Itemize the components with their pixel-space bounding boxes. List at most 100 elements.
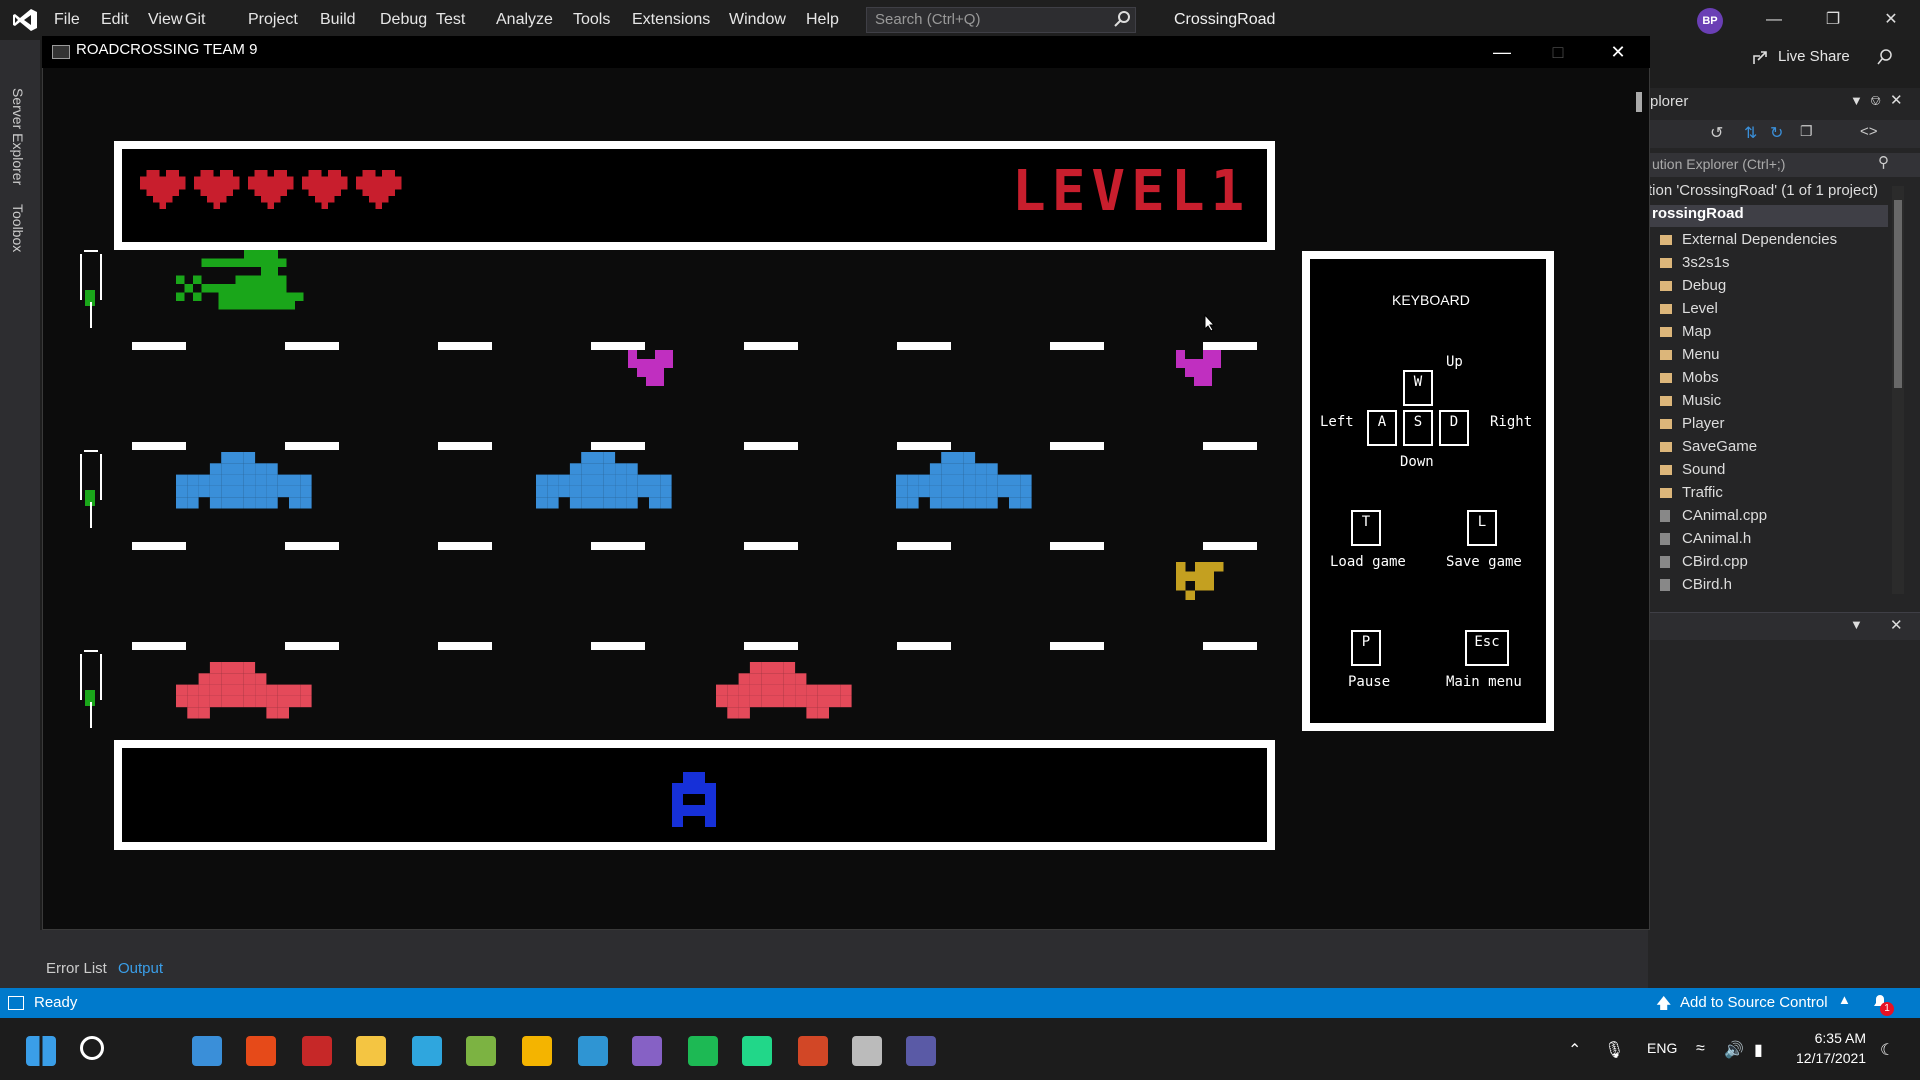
file-explorer-icon[interactable] [356, 1036, 386, 1066]
blue-car-sprite [536, 452, 672, 509]
task-view-icon[interactable] [136, 1036, 166, 1066]
add-to-source-control[interactable]: Add to Source Control [1680, 994, 1828, 1011]
blue-car-sprite [896, 452, 1032, 509]
refresh-icon[interactable]: ↻ [1770, 123, 1783, 143]
solution-item[interactable]: Player [1660, 412, 1725, 435]
spotify-icon[interactable] [688, 1036, 718, 1066]
console-maximize-button[interactable]: □ [1530, 36, 1586, 68]
battery-icon[interactable]: ▮ [1754, 1040, 1763, 1060]
solution-item[interactable]: Traffic [1660, 481, 1723, 504]
wifi-icon[interactable]: ≈ [1696, 1040, 1705, 1058]
output-panel [40, 930, 1648, 988]
sync-icon[interactable]: ⇅ [1744, 123, 1757, 143]
menu-debug[interactable]: Debug [380, 0, 427, 40]
panel-close-icon[interactable]: ✕ [1890, 616, 1903, 634]
minimize-button[interactable]: — [1751, 0, 1797, 40]
solution-item[interactable]: 3s2s1s [1660, 251, 1730, 274]
menu-analyze[interactable]: Analyze [496, 0, 553, 40]
menu-file[interactable]: File [54, 0, 80, 40]
edge-icon[interactable] [412, 1036, 442, 1066]
menu-window[interactable]: Window [729, 0, 786, 40]
error-list-tab[interactable]: Error List [46, 960, 107, 977]
history-icon[interactable]: ↺ [1710, 123, 1723, 143]
search-icon[interactable] [1112, 9, 1132, 29]
lane-marking [1050, 442, 1104, 450]
solution-item[interactable]: Menu [1660, 343, 1720, 366]
powerpoint-icon[interactable] [798, 1036, 828, 1066]
moon-icon[interactable]: ☾ [1880, 1040, 1894, 1060]
console-title: ROADCROSSING TEAM 9 [76, 41, 258, 58]
menu-test[interactable]: Test [436, 0, 465, 40]
visual-studio-icon[interactable] [632, 1036, 662, 1066]
code-icon[interactable]: <> [1860, 123, 1878, 140]
bird-sprite [1176, 350, 1221, 386]
collapse-icon[interactable]: ❐ [1800, 123, 1813, 140]
solution-item[interactable]: External Dependencies [1660, 228, 1837, 251]
search-input[interactable]: Search (Ctrl+Q) [866, 7, 1136, 33]
console-close-button[interactable]: ✕ [1590, 36, 1646, 68]
menu-extensions[interactable]: Extensions [632, 0, 710, 40]
panel-menu-icon[interactable]: ▼ [1850, 93, 1863, 108]
console-title-bar [42, 36, 1650, 68]
pin-icon[interactable]: ⎊ [1870, 92, 1881, 109]
clock-time[interactable]: 6:35 AM [1796, 1030, 1866, 1046]
server-explorer-tab[interactable]: Server Explorer [10, 88, 26, 185]
live-share-button[interactable]: Live Share [1778, 48, 1850, 65]
microphone-icon[interactable]: 🎙 [1604, 1040, 1624, 1060]
panel-close-icon[interactable]: ✕ [1890, 91, 1903, 109]
solution-item[interactable]: Debug [1660, 274, 1726, 297]
menu-view[interactable]: View [148, 0, 182, 40]
chevron-up-icon[interactable]: ⌃ [1568, 1040, 1581, 1060]
pycharm-icon[interactable] [742, 1036, 772, 1066]
close-button[interactable]: ✕ [1868, 0, 1914, 40]
lane-marking [1203, 542, 1257, 550]
chrome-icon[interactable] [522, 1036, 552, 1066]
office-icon[interactable] [246, 1036, 276, 1066]
solution-root[interactable]: tion 'CrossingRoad' (1 of 1 project) [1648, 182, 1878, 199]
menu-git[interactable]: Git [185, 0, 205, 40]
toolbox-tab[interactable]: Toolbox [10, 204, 26, 252]
menu-edit[interactable]: Edit [101, 0, 129, 40]
solution-item[interactable]: CAnimal.h [1660, 527, 1751, 550]
solution-item[interactable]: Mobs [1660, 366, 1719, 389]
clock-date[interactable]: 12/17/2021 [1796, 1050, 1866, 1066]
search-icon[interactable]: ⚲ [1878, 153, 1889, 171]
menu-tools[interactable]: Tools [573, 0, 610, 40]
terminal-icon[interactable] [906, 1036, 936, 1066]
solution-item[interactable]: CBird.cpp [1660, 550, 1748, 573]
output-tab[interactable]: Output [118, 960, 163, 977]
mcafee-icon[interactable] [302, 1036, 332, 1066]
console-minimize-button[interactable]: — [1474, 36, 1530, 68]
menu-project[interactable]: Project [248, 0, 298, 40]
recorder-icon[interactable] [466, 1036, 496, 1066]
solution-item[interactable]: Level [1660, 297, 1718, 320]
user-avatar[interactable]: BP [1697, 8, 1723, 34]
volume-icon[interactable]: 🔊 [1724, 1040, 1744, 1060]
menu-help[interactable]: Help [806, 0, 839, 40]
windows-start-icon[interactable] [26, 1036, 56, 1066]
console-scrollbar[interactable] [1636, 92, 1642, 112]
solution-item-label: Traffic [1682, 484, 1723, 501]
solution-item[interactable]: Map [1660, 320, 1711, 343]
level-label: LEVEL1 [1012, 159, 1251, 224]
solution-item[interactable]: Music [1660, 389, 1721, 412]
vscode-icon[interactable] [578, 1036, 608, 1066]
solution-item[interactable]: CAnimal.cpp [1660, 504, 1767, 527]
panel-menu-icon[interactable]: ▼ [1850, 617, 1863, 632]
project-node[interactable]: rossingRoad [1648, 205, 1888, 227]
feedback-icon[interactable] [1876, 48, 1894, 66]
lane-marking [591, 342, 645, 350]
heart-icon [140, 170, 186, 209]
solution-item[interactable]: Sound [1660, 458, 1725, 481]
widgets-icon[interactable] [192, 1036, 222, 1066]
language-indicator[interactable]: ENG [1647, 1040, 1677, 1056]
search-icon[interactable] [80, 1036, 104, 1060]
menu-build[interactable]: Build [320, 0, 356, 40]
status-text: Ready [34, 994, 78, 1011]
scroll-thumb[interactable] [1894, 200, 1902, 388]
obs-icon[interactable] [852, 1036, 882, 1066]
solution-item[interactable]: SaveGame [1660, 435, 1757, 458]
restore-button[interactable]: ❐ [1810, 0, 1856, 40]
chevron-up-icon[interactable]: ▲ [1838, 992, 1851, 1007]
solution-item[interactable]: CBird.h [1660, 573, 1732, 596]
